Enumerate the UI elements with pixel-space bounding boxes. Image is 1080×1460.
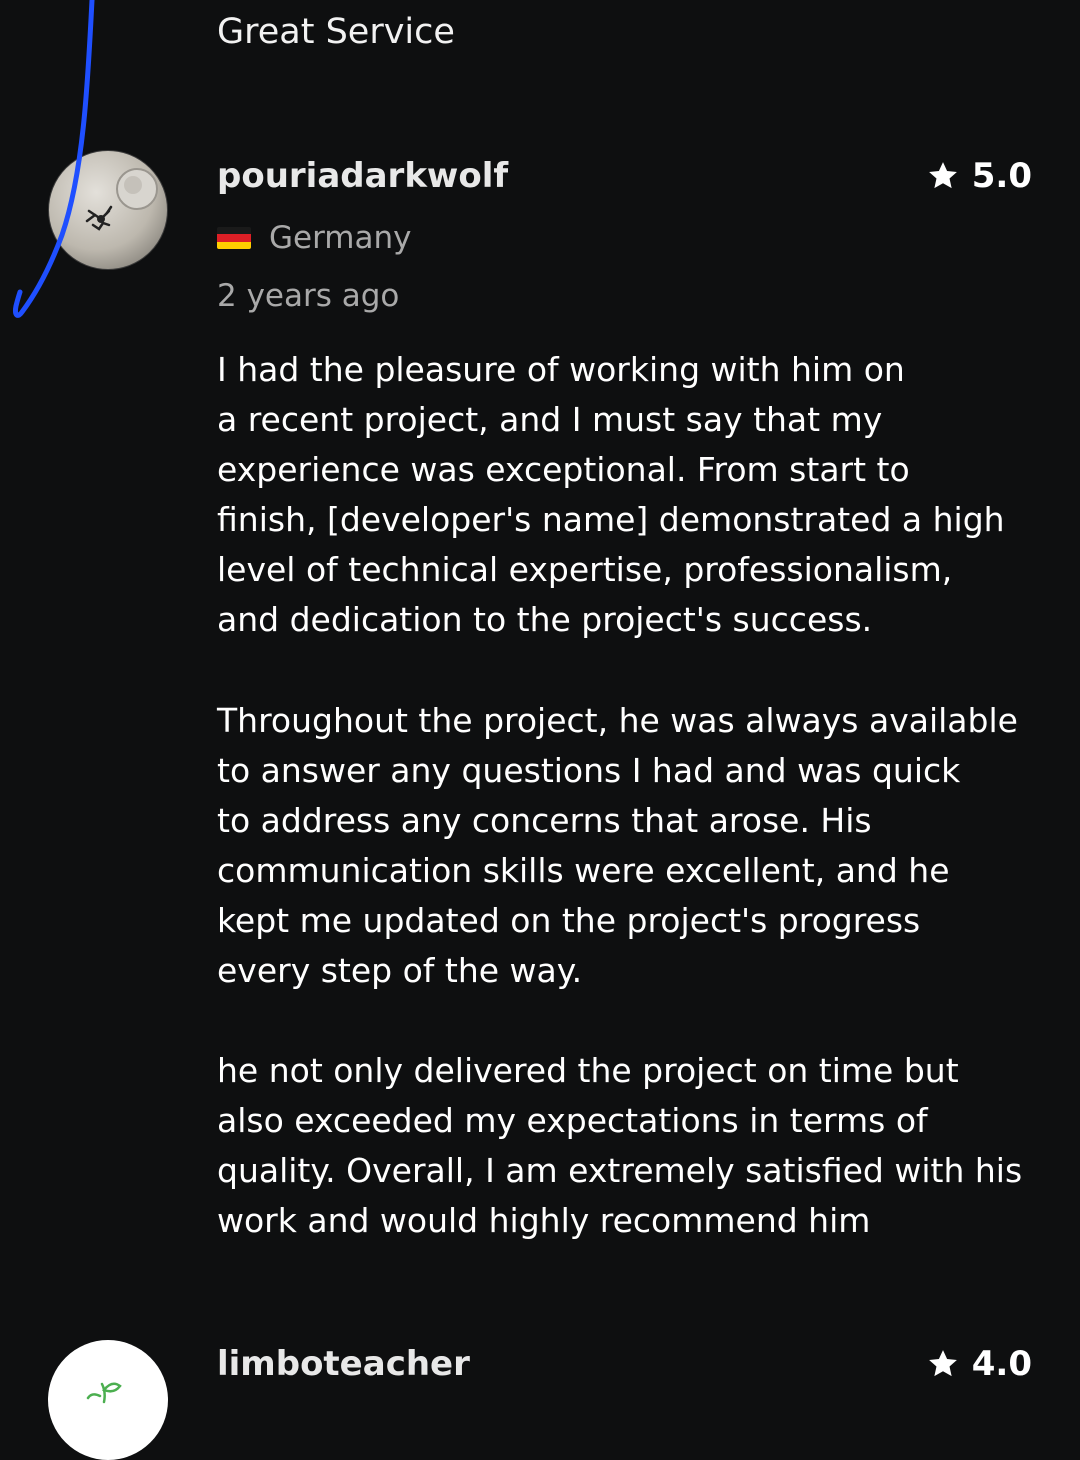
- previous-review-title: Great Service: [217, 12, 455, 52]
- reviewer-avatar[interactable]: [48, 1340, 168, 1460]
- reviewer-country: Germany: [217, 218, 411, 258]
- country-name: Germany: [269, 220, 412, 256]
- review-rating: 4.0: [926, 1342, 1032, 1386]
- review-body: I had the pleasure of working with him o…: [217, 345, 1047, 1297]
- star-icon: [928, 162, 957, 189]
- rating-value: 4.0: [971, 1344, 1032, 1384]
- germany-flag-icon: [217, 227, 251, 249]
- pen-annotation-stroke: [13, 0, 95, 318]
- sprout-icon: [86, 1382, 122, 1404]
- review-rating: 5.0: [926, 154, 1032, 198]
- star-icon: [928, 1350, 957, 1377]
- review-time: 2 years ago: [217, 278, 400, 314]
- review-paragraph: he not only delivered the project on tim…: [217, 1051, 1023, 1241]
- review-paragraph: I had the pleasure of working with him o…: [217, 350, 1005, 640]
- reviewer-username[interactable]: limboteacher: [217, 1342, 470, 1386]
- review-paragraph: Throughout the project, he was always av…: [217, 700, 1018, 991]
- rating-value: 5.0: [971, 156, 1032, 196]
- reviewer-username[interactable]: pouriadarkwolf: [217, 154, 508, 198]
